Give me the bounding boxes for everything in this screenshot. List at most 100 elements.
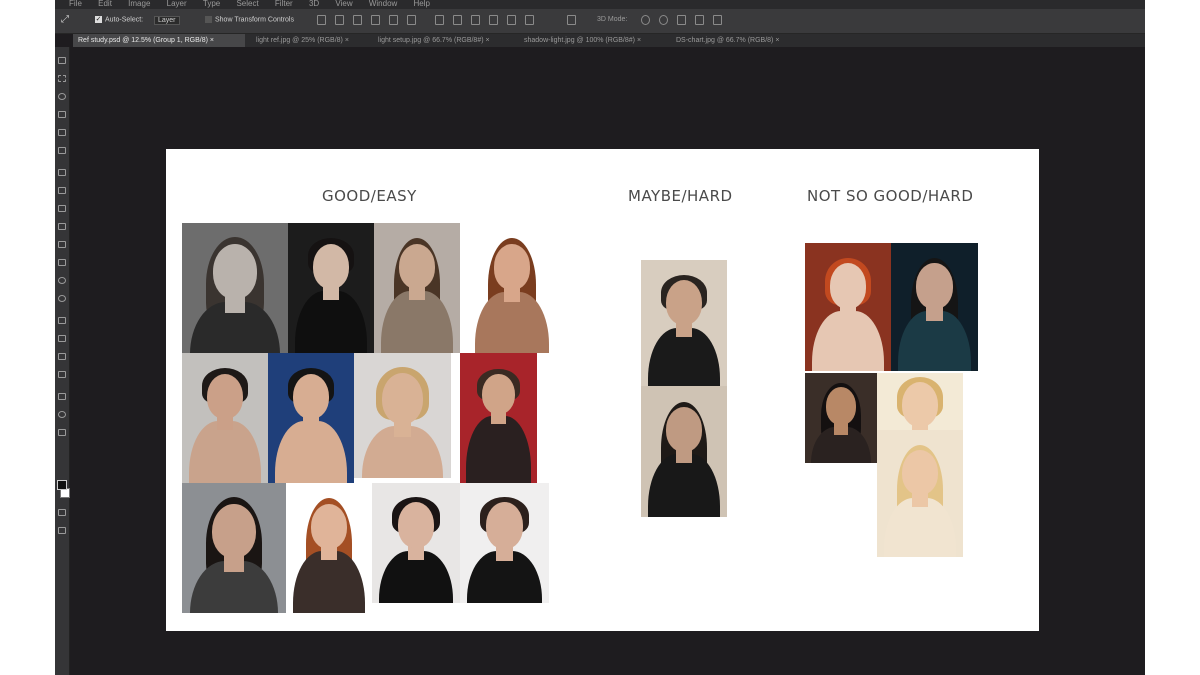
quick-mask-icon[interactable] — [58, 509, 66, 516]
type-tool-icon[interactable] — [58, 335, 66, 342]
menu-filter[interactable]: Filter — [275, 0, 293, 8]
tab-light-setup[interactable]: light setup.jpg @ 66.7% (RGB/8#) × — [373, 34, 515, 47]
gradient-tool-icon[interactable] — [58, 259, 66, 266]
path-select-tool-icon[interactable] — [58, 353, 66, 360]
reference-photo — [268, 353, 354, 483]
tab-light-ref[interactable]: light ref.jpg @ 25% (RGB/8) × — [251, 34, 373, 47]
move-tool-icon[interactable] — [58, 57, 66, 64]
menu-layer[interactable]: Layer — [167, 0, 187, 8]
menu-edit[interactable]: Edit — [98, 0, 112, 8]
blur-tool-icon[interactable] — [58, 277, 66, 284]
auto-select-value: Layer — [154, 16, 180, 25]
face-shape — [829, 263, 867, 309]
tab-ds-chart[interactable]: DS-chart.jpg @ 66.7% (RGB/8) × — [671, 34, 805, 47]
crop-tool-icon[interactable] — [58, 129, 66, 136]
menu-view[interactable]: View — [335, 0, 352, 8]
history-brush-tool-icon[interactable] — [58, 223, 66, 230]
transform-controls-checkbox[interactable]: Show Transform Controls — [205, 16, 294, 23]
more-tools-icon[interactable] — [58, 429, 66, 436]
close-icon[interactable]: × — [775, 37, 779, 44]
3d-scale-icon[interactable] — [713, 15, 722, 25]
document-canvas[interactable]: GOOD/EASY MAYBE/HARD NOT SO GOOD/HARD — [166, 149, 1039, 631]
menu-type[interactable]: Type — [203, 0, 220, 8]
menu-file[interactable]: File — [69, 0, 82, 8]
face-shape — [310, 503, 348, 549]
close-icon[interactable]: × — [345, 37, 349, 44]
tab-label: light ref.jpg @ 25% (RGB/8) — [256, 37, 343, 44]
pen-tool-icon[interactable] — [58, 317, 66, 324]
face-shape — [212, 243, 258, 300]
face-shape — [292, 373, 330, 419]
distribute-top-icon[interactable] — [435, 15, 444, 25]
checkmark-icon: ✓ — [95, 16, 102, 23]
lasso-tool-icon[interactable] — [58, 93, 66, 100]
reference-photo — [372, 483, 460, 603]
align-right-icon[interactable] — [407, 15, 416, 25]
close-icon[interactable]: × — [637, 37, 641, 44]
face-shape — [901, 382, 939, 428]
document-tab-bar: Ref study.psd @ 12.5% (Group 1, RGB/8) ×… — [73, 34, 1145, 47]
menu-window[interactable]: Window — [369, 0, 397, 8]
face-shape — [901, 450, 939, 496]
auto-select-dropdown[interactable]: Layer — [151, 16, 180, 25]
close-icon[interactable]: × — [210, 37, 214, 44]
face-shape — [312, 243, 350, 289]
foreground-color-swatch[interactable] — [57, 480, 67, 490]
options-bar: ⤢ ✓ Auto-Select: Layer Show Transform Con… — [55, 9, 1145, 34]
photoshop-window: File Edit Image Layer Type Select Filter… — [55, 0, 1145, 675]
reference-photo — [877, 430, 963, 557]
3d-pan-icon[interactable] — [677, 15, 686, 25]
3d-rotate-icon[interactable] — [641, 15, 650, 25]
eraser-tool-icon[interactable] — [58, 241, 66, 248]
align-hcenter-icon[interactable] — [389, 15, 398, 25]
hand-tool-icon[interactable] — [58, 393, 66, 400]
face-shape — [398, 243, 436, 289]
reference-photo — [460, 483, 549, 603]
screen-mode-icon[interactable] — [58, 527, 66, 534]
3d-slide-icon[interactable] — [695, 15, 704, 25]
distribute-hcenter-icon[interactable] — [507, 15, 516, 25]
heading-good-easy: GOOD/EASY — [322, 187, 417, 205]
marquee-tool-icon[interactable] — [58, 75, 66, 82]
auto-align-icon[interactable] — [567, 15, 576, 25]
rectangle-tool-icon[interactable] — [58, 371, 66, 378]
distribute-left-icon[interactable] — [489, 15, 498, 25]
move-tool-icon[interactable]: ⤢ — [61, 14, 69, 25]
distribute-vcenter-icon[interactable] — [453, 15, 462, 25]
face-shape — [665, 406, 703, 453]
distribute-right-icon[interactable] — [525, 15, 534, 25]
brush-tool-icon[interactable] — [58, 187, 66, 194]
reference-photo — [805, 243, 891, 371]
face-shape — [916, 263, 953, 310]
quick-select-tool-icon[interactable] — [58, 111, 66, 118]
tab-shadow-light[interactable]: shadow-light.jpg @ 100% (RGB/8#) × — [519, 34, 667, 47]
shoulders-shape — [188, 421, 262, 483]
menu-3d[interactable]: 3D — [309, 0, 319, 8]
align-bottom-icon[interactable] — [353, 15, 362, 25]
menu-select[interactable]: Select — [236, 0, 258, 8]
auto-select-label: Auto-Select: — [105, 16, 144, 24]
reference-photo — [641, 386, 727, 517]
tab-ref-study[interactable]: Ref study.psd @ 12.5% (Group 1, RGB/8) × — [73, 34, 245, 47]
align-top-icon[interactable] — [317, 15, 326, 25]
reference-photo — [641, 260, 727, 386]
dodge-tool-icon[interactable] — [58, 295, 66, 302]
shoulders-shape — [274, 421, 348, 483]
reference-photo — [877, 373, 963, 430]
menu-help[interactable]: Help — [414, 0, 430, 8]
align-left-icon[interactable] — [371, 15, 380, 25]
eyedropper-tool-icon[interactable] — [58, 147, 66, 154]
shoulders-shape — [292, 551, 366, 613]
healing-brush-tool-icon[interactable] — [58, 169, 66, 176]
distribute-bottom-icon[interactable] — [471, 15, 480, 25]
align-vcenter-icon[interactable] — [335, 15, 344, 25]
auto-select-checkbox[interactable]: ✓ Auto-Select: — [95, 16, 143, 23]
menu-image[interactable]: Image — [128, 0, 150, 8]
reference-photo — [460, 353, 537, 483]
heading-maybe-hard: MAYBE/HARD — [628, 187, 733, 205]
3d-roll-icon[interactable] — [659, 15, 668, 25]
zoom-tool-icon[interactable] — [58, 411, 66, 418]
face-shape — [482, 373, 515, 415]
clone-stamp-tool-icon[interactable] — [58, 205, 66, 212]
close-icon[interactable]: × — [486, 37, 490, 44]
